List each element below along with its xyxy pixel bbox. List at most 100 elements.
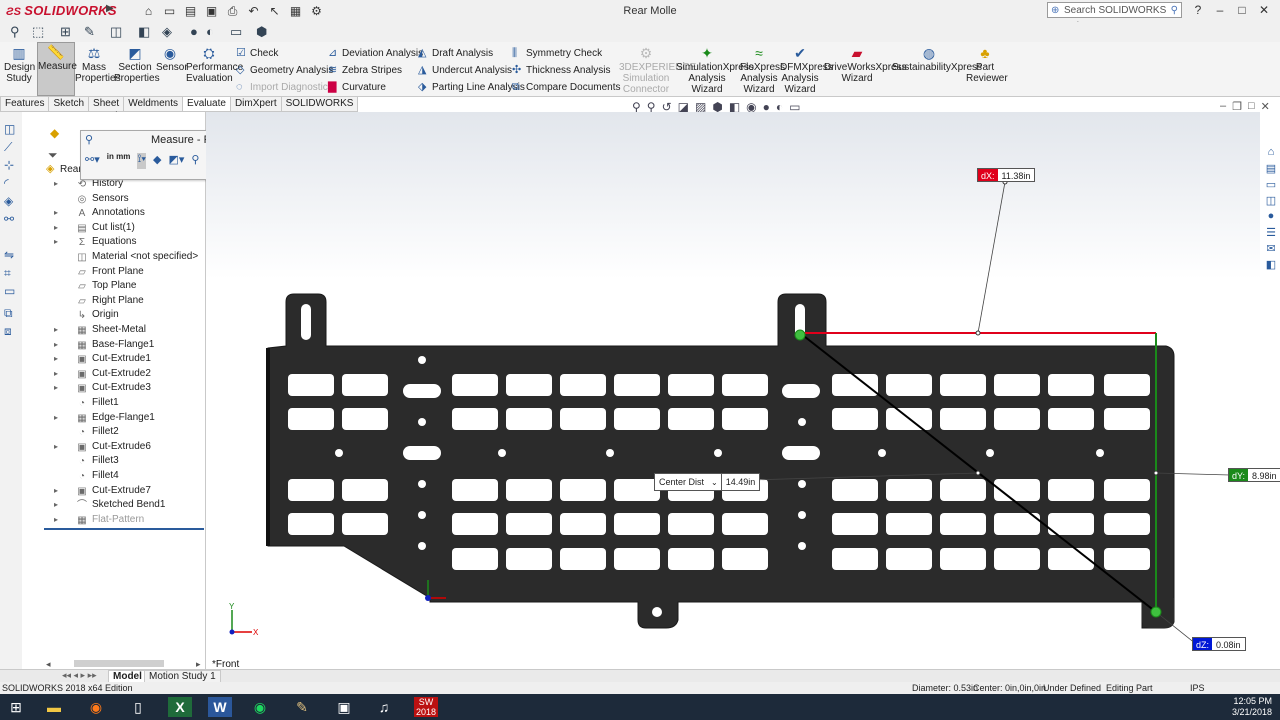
monitor-icon[interactable]: ▭ <box>230 24 242 40</box>
restore-icon[interactable]: □ <box>1234 3 1250 17</box>
mirror-icon[interactable]: ◈ <box>4 194 13 208</box>
3dexperience-connector-button[interactable]: ⚙ 3DEXPERIENCE Simulation Connector <box>619 44 696 95</box>
sensor-button[interactable]: ◉ Sensor <box>156 44 188 73</box>
tree-item[interactable]: ▸ ▦ Edge-Flange1 <box>54 412 155 424</box>
performance-evaluation-button[interactable]: ⛭ Performance Evaluation <box>186 44 243 84</box>
cube-icon[interactable]: ⬢ <box>256 24 267 40</box>
tree-item[interactable]: ◔ Fillet1 <box>76 397 119 409</box>
tab-solidworks-cam[interactable]: SOLIDWORKS CAM <box>280 97 359 122</box>
rebuild-icon[interactable]: ▦ <box>287 3 304 19</box>
tree-item[interactable]: ↳ Origin <box>76 309 119 321</box>
tree-root-label[interactable]: Rear <box>60 164 82 175</box>
options-icon[interactable]: ⚙ <box>308 3 325 19</box>
expand-arrow-icon[interactable]: ▸ <box>54 368 58 380</box>
import-diagnostics-button[interactable]: ◌ Import Diagnostics <box>236 81 333 94</box>
smart-dimension-icon[interactable]: ⊹ <box>4 158 14 172</box>
tree-item[interactable]: ◫ Material <not specified> <box>76 251 198 263</box>
print-icon[interactable]: ⎙ <box>224 3 241 19</box>
tree-item[interactable]: ▸ ▦ Base-Flange1 <box>54 339 154 351</box>
thickness-analysis-button[interactable]: ✣ Thickness Analysis <box>512 64 610 77</box>
relations-icon[interactable]: ⇋ <box>4 248 14 262</box>
display-icon[interactable]: ◧ <box>138 24 150 40</box>
expand-arrow-icon[interactable]: ▸ <box>54 353 58 365</box>
tree-item[interactable]: ▸ ▣ Cut-Extrude2 <box>54 368 151 380</box>
firefox-icon[interactable]: ◉ <box>84 697 108 717</box>
convert-icon[interactable]: ⧈ <box>4 324 12 339</box>
center-dist-measurement-label[interactable]: Center Dist ⌄ 14.49in <box>654 473 761 491</box>
itunes-icon[interactable]: ♫ <box>372 697 396 717</box>
tab-scroll-icons[interactable]: ◂◂ ◂ ▸ ▸▸ <box>62 670 97 681</box>
expand-arrow-icon[interactable]: ▸ <box>54 324 58 336</box>
tree-item[interactable]: ▸ A Annotations <box>54 207 145 219</box>
tree-item[interactable]: ▱ Front Plane <box>76 266 144 278</box>
filter-icon[interactable]: ⏷ <box>48 148 58 163</box>
select-filter-icon[interactable]: ⬚ <box>32 24 44 40</box>
dz-measurement-label[interactable]: dZ: 0.08in <box>1192 637 1246 651</box>
expand-arrow-icon[interactable]: ▸ <box>54 499 58 511</box>
minimize-icon[interactable]: – <box>1212 3 1228 17</box>
spotify-icon[interactable]: ◉ <box>248 697 272 717</box>
forum-icon[interactable]: ✉ <box>1262 242 1280 258</box>
molle-panel[interactable] <box>266 293 1175 629</box>
section-properties-button[interactable]: ◩ Section Properties <box>114 44 160 84</box>
dx-measurement-label[interactable]: dX: 11.38in <box>977 168 1036 182</box>
mass-properties-button[interactable]: ⚖ Mass Properties <box>75 44 121 84</box>
part-model[interactable]: X Y <box>206 112 1260 670</box>
tab-sketch[interactable]: Sketch <box>48 97 90 112</box>
open-icon[interactable]: ▤ <box>182 3 199 19</box>
paint-icon[interactable]: ✎ <box>290 697 314 717</box>
trim-icon[interactable]: ⚯ <box>4 212 14 226</box>
units-precision-button[interactable]: in mm <box>107 153 131 169</box>
search-input[interactable]: ⊕ Search SOLIDWORKS Help ⚲ <box>1047 2 1182 32</box>
units-status[interactable]: IPS <box>1190 682 1205 694</box>
custom-properties-icon[interactable]: ☰ <box>1262 226 1280 242</box>
design-library-icon[interactable]: ▤ <box>1262 162 1280 178</box>
pattern-icon[interactable]: ⧉ <box>4 306 13 321</box>
solidworks-taskbar-icon[interactable]: SW 2018 <box>414 697 438 717</box>
measurement-history-icon[interactable]: ⚲ <box>191 153 199 169</box>
expand-arrow-icon[interactable]: ▸ <box>54 207 58 219</box>
search-icon[interactable]: ⚲ <box>1171 3 1178 19</box>
tab-weldments[interactable]: Weldments <box>123 97 184 112</box>
system-clock[interactable]: 12:05 PM 3/21/2018 <box>1232 696 1272 718</box>
undercut-analysis-button[interactable]: ◮ Undercut Analysis <box>418 64 512 77</box>
expand-arrow-icon[interactable]: ▸ <box>54 339 58 351</box>
select-icon[interactable]: ↖ <box>266 3 283 19</box>
3dexperience-marketplace-icon[interactable]: ◧ <box>1262 258 1280 274</box>
expand-arrow-icon[interactable]: ▸ <box>54 514 58 526</box>
tree-item[interactable]: ◔ Fillet4 <box>76 470 119 482</box>
tree-item[interactable]: ▸ ▤ Cut list(1) <box>54 222 135 234</box>
tree-item[interactable]: ◎ Sensors <box>76 193 129 205</box>
curvature-button[interactable]: ▇ Curvature <box>328 81 386 94</box>
geometry-analysis-button[interactable]: ◇ Geometry Analysis <box>236 64 333 77</box>
parting-line-analysis-button[interactable]: ⬗ Parting Line Analysis <box>418 81 525 94</box>
display-pane-icon[interactable]: ▭ <box>4 284 15 298</box>
dropdown-chevron-icon[interactable]: ⌄ <box>711 478 721 487</box>
check-button[interactable]: ☑ Check <box>236 47 278 60</box>
deviation-analysis-button[interactable]: ⊿ Deviation Analysis <box>328 47 423 60</box>
grid-icon[interactable]: ⊞ <box>60 24 71 40</box>
expand-arrow-icon[interactable]: ▸ <box>54 236 58 248</box>
construction-icon[interactable]: ⌗ <box>4 266 11 281</box>
windows-start-icon[interactable]: ⊞ <box>4 697 28 717</box>
help-icon[interactable]: ? <box>1190 3 1206 17</box>
arc-circle-measure-icon[interactable]: ⚯▾ <box>85 153 100 169</box>
tree-item[interactable]: ▸ ▣ Cut-Extrude6 <box>54 441 151 453</box>
tab-evaluate[interactable]: Evaluate <box>182 97 231 112</box>
show-xyz-measurements-icon[interactable]: ⟟▾ <box>137 153 147 169</box>
graphics-area[interactable]: X Y dX: 11.38in dY: 8.98in dZ: 0.08in Cente… <box>206 112 1280 670</box>
compare-documents-button[interactable]: ⧉ Compare Documents <box>512 81 620 94</box>
tree-item[interactable]: ▱ Top Plane <box>76 280 136 292</box>
appearance-icon[interactable]: ● <box>190 24 198 39</box>
floxpress-button[interactable]: ≈ FloXpress Analysis Wizard <box>740 44 785 95</box>
file-explorer-icon[interactable]: ▭ <box>1262 178 1280 194</box>
driveworksxpress-button[interactable]: ▰ DriveWorksXpress Wizard <box>824 44 907 84</box>
tree-item[interactable]: ▸ Σ Equations <box>54 236 136 248</box>
tree-item[interactable]: ▸ ▣ Cut-Extrude1 <box>54 353 151 365</box>
save-icon[interactable]: ▣ <box>203 3 220 19</box>
center-dist-dropdown[interactable]: Center Dist <box>655 474 711 490</box>
menu-arrow-icon[interactable]: ▶ <box>106 3 114 14</box>
sustainabilityxpress-button[interactable]: ◍ SustainabilityXpress <box>892 44 982 73</box>
search-commands-icon[interactable]: ⚲ <box>10 24 20 40</box>
view-palette-icon[interactable]: ◫ <box>1262 194 1280 210</box>
